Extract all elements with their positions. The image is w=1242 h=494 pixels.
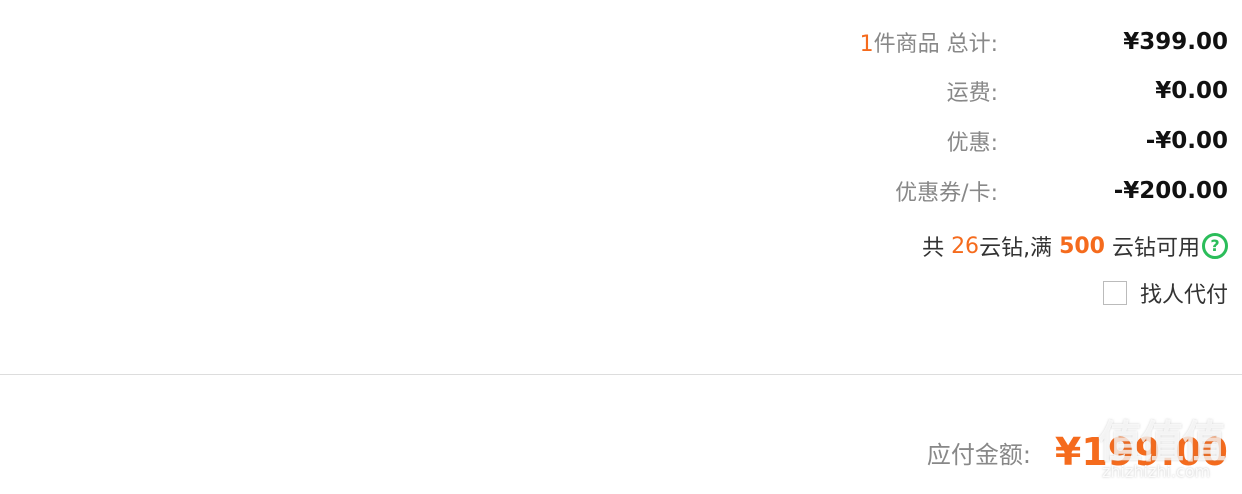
- item-suffix: 件商品 总计:: [873, 32, 998, 57]
- shipping-row: 运费: ¥0.00: [947, 71, 1228, 111]
- diamond-prefix: 共: [922, 236, 952, 261]
- order-summary-panel: 1件商品 总计: ¥399.00 运费: ¥0.00 优惠: -¥0.00 优惠…: [0, 0, 1242, 494]
- question-circle-icon[interactable]: ?: [1202, 233, 1228, 259]
- diamond-total: 26: [951, 233, 980, 259]
- discount-amount: -¥0.00: [1145, 128, 1228, 154]
- item-count: 1: [859, 32, 874, 57]
- shipping-amount: ¥0.00: [1155, 78, 1228, 104]
- diamond-suffix: 云钻可用: [1105, 236, 1200, 261]
- payable-amount: ¥199.00: [1054, 430, 1228, 474]
- subtotal-amount: ¥399.00: [1123, 29, 1228, 55]
- coupon-row: 优惠券/卡: -¥200.00: [895, 171, 1228, 211]
- find-payer-option[interactable]: 找人代付: [1102, 273, 1228, 313]
- divider: [0, 374, 1242, 375]
- payable-total-row: 应付金额: ¥199.00: [927, 424, 1228, 480]
- subtotal-label: 1件商品 总计:: [860, 26, 998, 58]
- diamond-threshold: 500: [1059, 233, 1105, 259]
- discount-row: 优惠: -¥0.00: [947, 121, 1228, 161]
- coupon-label: 优惠券/卡:: [895, 181, 998, 206]
- coupon-amount: -¥200.00: [1113, 178, 1228, 204]
- shipping-label: 运费:: [946, 81, 998, 106]
- discount-label: 优惠:: [946, 131, 998, 156]
- cloud-diamond-info: 共 26 云钻,满 500 云钻可用 ?: [922, 226, 1228, 266]
- find-payer-checkbox[interactable]: [1102, 281, 1127, 305]
- subtotal-row: 1件商品 总计: ¥399.00: [860, 22, 1228, 62]
- find-payer-label[interactable]: 找人代付: [1140, 277, 1228, 309]
- diamond-mid: 云钻,满: [979, 236, 1060, 261]
- payable-label: 应付金额:: [926, 440, 1031, 469]
